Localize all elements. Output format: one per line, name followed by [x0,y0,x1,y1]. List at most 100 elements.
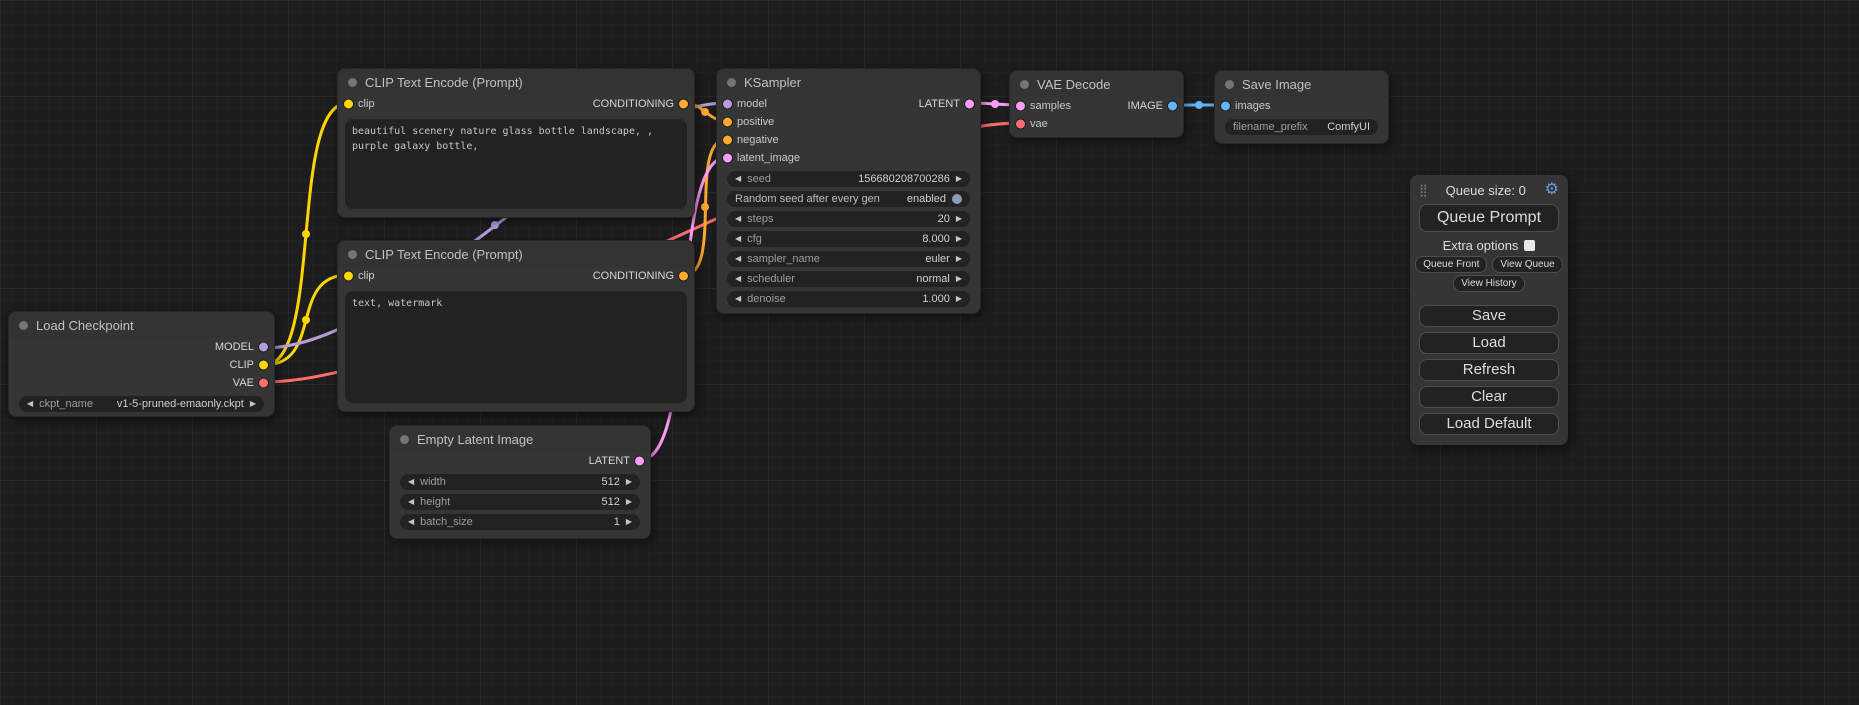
arrow-right-icon[interactable]: ▶ [956,275,962,283]
link-midpoint-dot [302,316,310,324]
link-midpoint-dot [491,221,499,229]
widget-value: 20 [938,213,950,225]
widget-width[interactable]: ◀ width 512 ▶ [400,474,640,490]
slot-label: model [737,98,767,110]
conditioning-output-dot[interactable] [679,100,688,109]
model-input-dot[interactable] [723,100,732,109]
arrow-right-icon[interactable]: ▶ [956,175,962,183]
vae-input-dot[interactable] [1016,120,1025,129]
node-title-bar[interactable]: KSampler [717,69,980,95]
arrow-right-icon[interactable]: ▶ [626,478,632,486]
menu-header: ⣿ Queue size: 0 ⚙ [1410,179,1568,199]
node-vae-decode[interactable]: VAE Decode samples IMAGE vae [1009,70,1184,138]
output-slot-latent: LATENT [390,452,650,470]
arrow-left-icon[interactable]: ◀ [408,518,414,526]
images-input-dot[interactable] [1221,102,1230,111]
arrow-left-icon[interactable]: ◀ [735,235,741,243]
collapse-dot-icon[interactable] [400,435,409,444]
arrow-right-icon[interactable]: ▶ [956,235,962,243]
positive-prompt-textarea[interactable]: beautiful scenery nature glass bottle la… [345,119,687,209]
queue-prompt-button[interactable]: Queue Prompt [1419,204,1559,232]
widget-seed[interactable]: ◀ seed 156680208700286 ▶ [727,171,970,187]
negative-prompt-textarea[interactable]: text, watermark [345,291,687,403]
view-history-button[interactable]: View History [1453,275,1524,292]
settings-gear-icon[interactable]: ⚙ [1545,182,1559,198]
widget-random-seed-toggle[interactable]: Random seed after every gen enabled [727,191,970,207]
widget-ckpt-name[interactable]: ◀ ckpt_name v1-5-pruned-emaonly.ckpt ▶ [19,396,264,412]
queue-front-button[interactable]: Queue Front [1415,256,1487,273]
widget-steps[interactable]: ◀ steps 20 ▶ [727,211,970,227]
slot-label: CONDITIONING [593,98,674,110]
widget-cfg[interactable]: ◀ cfg 8.000 ▶ [727,231,970,247]
collapse-dot-icon[interactable] [727,78,736,87]
arrow-left-icon[interactable]: ◀ [735,275,741,283]
widget-filename-prefix[interactable]: filename_prefix ComfyUI [1225,119,1378,135]
node-title-bar[interactable]: Save Image [1215,71,1388,97]
node-title-bar[interactable]: Empty Latent Image [390,426,650,452]
negative-input-dot[interactable] [723,136,732,145]
node-title: CLIP Text Encode (Prompt) [365,247,523,262]
latent-output-dot[interactable] [965,100,974,109]
arrow-right-icon[interactable]: ▶ [956,295,962,303]
load-default-button[interactable]: Load Default [1419,413,1559,435]
collapse-dot-icon[interactable] [1020,80,1029,89]
collapse-dot-icon[interactable] [348,78,357,87]
arrow-right-icon[interactable]: ▶ [626,498,632,506]
slot-label: MODEL [215,341,254,353]
latent-image-input-dot[interactable] [723,154,732,163]
widget-value: v1-5-pruned-emaonly.ckpt [117,398,244,410]
samples-input-dot[interactable] [1016,102,1025,111]
widget-scheduler[interactable]: ◀ scheduler normal ▶ [727,271,970,287]
node-title-bar[interactable]: Load Checkpoint [9,312,274,338]
slot-label: LATENT [589,455,630,467]
node-save-image[interactable]: Save Image images filename_prefix ComfyU… [1214,70,1389,144]
node-title-bar[interactable]: CLIP Text Encode (Prompt) [338,241,694,267]
clip-input-dot[interactable] [344,272,353,281]
toggle-dot-icon[interactable] [952,194,962,204]
clip-input-dot[interactable] [344,100,353,109]
view-queue-button[interactable]: View Queue [1492,256,1562,273]
arrow-left-icon[interactable]: ◀ [735,175,741,183]
clip-output-dot[interactable] [259,361,268,370]
widget-height[interactable]: ◀ height 512 ▶ [400,494,640,510]
node-clip-text-encode-negative[interactable]: CLIP Text Encode (Prompt) clip CONDITION… [337,240,695,412]
arrow-right-icon[interactable]: ▶ [956,215,962,223]
node-title: CLIP Text Encode (Prompt) [365,75,523,90]
refresh-button[interactable]: Refresh [1419,359,1559,381]
arrow-left-icon[interactable]: ◀ [735,255,741,263]
collapse-dot-icon[interactable] [1225,80,1234,89]
conditioning-output-dot[interactable] [679,272,688,281]
save-button[interactable]: Save [1419,305,1559,327]
latent-output-dot[interactable] [635,457,644,466]
node-load-checkpoint[interactable]: Load Checkpoint MODEL CLIP VAE ◀ ckpt_na… [8,311,275,417]
image-output-dot[interactable] [1168,102,1177,111]
collapse-dot-icon[interactable] [348,250,357,259]
node-clip-text-encode-positive[interactable]: CLIP Text Encode (Prompt) clip CONDITION… [337,68,695,218]
arrow-right-icon[interactable]: ▶ [626,518,632,526]
node-title-bar[interactable]: VAE Decode [1010,71,1183,97]
load-button[interactable]: Load [1419,332,1559,354]
arrow-right-icon[interactable]: ▶ [956,255,962,263]
vae-output-dot[interactable] [259,379,268,388]
arrow-left-icon[interactable]: ◀ [27,400,33,408]
widget-denoise[interactable]: ◀ denoise 1.000 ▶ [727,291,970,307]
clear-button[interactable]: Clear [1419,386,1559,408]
node-empty-latent-image[interactable]: Empty Latent Image LATENT ◀ width 512 ▶ … [389,425,651,539]
model-output-dot[interactable] [259,343,268,352]
arrow-left-icon[interactable]: ◀ [735,215,741,223]
widget-name: sampler_name [747,253,820,265]
node-title-bar[interactable]: CLIP Text Encode (Prompt) [338,69,694,95]
slot-label: positive [737,116,774,128]
arrow-left-icon[interactable]: ◀ [408,498,414,506]
widget-sampler-name[interactable]: ◀ sampler_name euler ▶ [727,251,970,267]
drag-handle-icon[interactable]: ⣿ [1419,183,1427,197]
arrow-left-icon[interactable]: ◀ [735,295,741,303]
arrow-left-icon[interactable]: ◀ [408,478,414,486]
arrow-right-icon[interactable]: ▶ [250,400,256,408]
positive-input-dot[interactable] [723,118,732,127]
widget-batch-size[interactable]: ◀ batch_size 1 ▶ [400,514,640,530]
slot-label: negative [737,134,779,146]
extra-options-checkbox[interactable] [1524,240,1535,251]
node-ksampler[interactable]: KSampler model LATENT positive negative … [716,68,981,314]
collapse-dot-icon[interactable] [19,321,28,330]
